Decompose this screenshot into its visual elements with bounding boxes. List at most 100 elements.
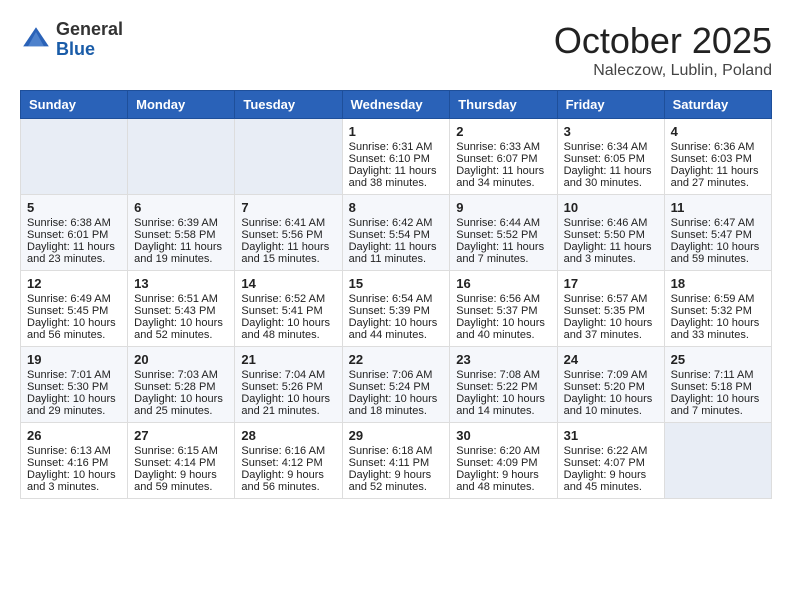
day-info: Sunrise: 6:15 AM — [134, 445, 228, 457]
day-info: Sunrise: 6:22 AM — [564, 445, 658, 457]
month-title: October 2025 — [554, 20, 772, 62]
day-info: Sunset: 5:52 PM — [456, 229, 550, 241]
day-number: 4 — [671, 124, 765, 139]
day-info: Sunrise: 6:59 AM — [671, 293, 765, 305]
day-info: Sunrise: 6:57 AM — [564, 293, 658, 305]
day-info: Daylight: 10 hours — [564, 393, 658, 405]
calendar-week-row: 26Sunrise: 6:13 AMSunset: 4:16 PMDayligh… — [21, 423, 772, 499]
day-number: 7 — [241, 200, 335, 215]
day-info: Daylight: 10 hours — [349, 393, 444, 405]
day-info: and 27 minutes. — [671, 177, 765, 189]
day-number: 21 — [241, 352, 335, 367]
day-info: Daylight: 10 hours — [134, 393, 228, 405]
day-info: Daylight: 10 hours — [241, 393, 335, 405]
day-info: Sunset: 6:07 PM — [456, 153, 550, 165]
day-info: Sunset: 5:43 PM — [134, 305, 228, 317]
day-number: 12 — [27, 276, 121, 291]
calendar-cell: 21Sunrise: 7:04 AMSunset: 5:26 PMDayligh… — [235, 347, 342, 423]
calendar-cell: 5Sunrise: 6:38 AMSunset: 6:01 PMDaylight… — [21, 195, 128, 271]
day-info: Sunrise: 7:03 AM — [134, 369, 228, 381]
day-header-wednesday: Wednesday — [342, 91, 450, 119]
day-info: Sunset: 4:12 PM — [241, 457, 335, 469]
day-info: and 19 minutes. — [134, 253, 228, 265]
day-info: Sunset: 5:24 PM — [349, 381, 444, 393]
day-number: 17 — [564, 276, 658, 291]
calendar-cell: 15Sunrise: 6:54 AMSunset: 5:39 PMDayligh… — [342, 271, 450, 347]
day-header-sunday: Sunday — [21, 91, 128, 119]
day-info: Sunset: 4:11 PM — [349, 457, 444, 469]
day-number: 3 — [564, 124, 658, 139]
logo-icon — [20, 24, 52, 56]
day-info: and 56 minutes. — [27, 329, 121, 341]
day-header-thursday: Thursday — [450, 91, 557, 119]
day-info: Sunrise: 6:56 AM — [456, 293, 550, 305]
calendar-cell: 16Sunrise: 6:56 AMSunset: 5:37 PMDayligh… — [450, 271, 557, 347]
calendar-cell: 30Sunrise: 6:20 AMSunset: 4:09 PMDayligh… — [450, 423, 557, 499]
day-info: Sunrise: 7:08 AM — [456, 369, 550, 381]
day-info: Sunrise: 6:42 AM — [349, 217, 444, 229]
day-number: 23 — [456, 352, 550, 367]
day-info: Sunset: 6:01 PM — [27, 229, 121, 241]
day-info: Daylight: 9 hours — [564, 469, 658, 481]
calendar-cell: 6Sunrise: 6:39 AMSunset: 5:58 PMDaylight… — [128, 195, 235, 271]
day-info: and 48 minutes. — [456, 481, 550, 493]
day-info: Sunset: 6:10 PM — [349, 153, 444, 165]
day-number: 19 — [27, 352, 121, 367]
calendar-cell — [235, 119, 342, 195]
page-header: General Blue October 2025 Naleczow, Lubl… — [20, 20, 772, 80]
day-info: Sunset: 5:18 PM — [671, 381, 765, 393]
calendar-cell: 4Sunrise: 6:36 AMSunset: 6:03 PMDaylight… — [664, 119, 771, 195]
day-info: and 45 minutes. — [564, 481, 658, 493]
day-info: Daylight: 10 hours — [27, 317, 121, 329]
day-info: Daylight: 11 hours — [349, 241, 444, 253]
day-info: Sunset: 6:05 PM — [564, 153, 658, 165]
day-number: 13 — [134, 276, 228, 291]
day-info: Sunrise: 6:52 AM — [241, 293, 335, 305]
calendar-cell: 17Sunrise: 6:57 AMSunset: 5:35 PMDayligh… — [557, 271, 664, 347]
calendar-cell: 11Sunrise: 6:47 AMSunset: 5:47 PMDayligh… — [664, 195, 771, 271]
day-info: Daylight: 10 hours — [27, 469, 121, 481]
day-info: Sunrise: 6:34 AM — [564, 141, 658, 153]
calendar-cell: 31Sunrise: 6:22 AMSunset: 4:07 PMDayligh… — [557, 423, 664, 499]
day-info: Sunrise: 6:51 AM — [134, 293, 228, 305]
day-info: Sunset: 5:32 PM — [671, 305, 765, 317]
day-info: and 11 minutes. — [349, 253, 444, 265]
day-number: 8 — [349, 200, 444, 215]
day-info: Daylight: 9 hours — [134, 469, 228, 481]
calendar-cell: 24Sunrise: 7:09 AMSunset: 5:20 PMDayligh… — [557, 347, 664, 423]
calendar-cell: 18Sunrise: 6:59 AMSunset: 5:32 PMDayligh… — [664, 271, 771, 347]
calendar-cell: 9Sunrise: 6:44 AMSunset: 5:52 PMDaylight… — [450, 195, 557, 271]
day-info: Sunrise: 6:36 AM — [671, 141, 765, 153]
day-info: Sunrise: 7:01 AM — [27, 369, 121, 381]
day-number: 14 — [241, 276, 335, 291]
day-info: Daylight: 10 hours — [456, 317, 550, 329]
day-info: Sunrise: 6:47 AM — [671, 217, 765, 229]
calendar-week-row: 5Sunrise: 6:38 AMSunset: 6:01 PMDaylight… — [21, 195, 772, 271]
day-info: and 30 minutes. — [564, 177, 658, 189]
day-info: Sunrise: 7:04 AM — [241, 369, 335, 381]
day-info: and 14 minutes. — [456, 405, 550, 417]
day-info: and 59 minutes. — [134, 481, 228, 493]
calendar-cell: 12Sunrise: 6:49 AMSunset: 5:45 PMDayligh… — [21, 271, 128, 347]
logo-text: General Blue — [56, 20, 123, 60]
calendar-cell: 20Sunrise: 7:03 AMSunset: 5:28 PMDayligh… — [128, 347, 235, 423]
day-info: Daylight: 10 hours — [27, 393, 121, 405]
day-info: Sunset: 4:07 PM — [564, 457, 658, 469]
day-number: 20 — [134, 352, 228, 367]
day-info: Daylight: 11 hours — [564, 165, 658, 177]
day-info: Sunset: 5:39 PM — [349, 305, 444, 317]
day-header-tuesday: Tuesday — [235, 91, 342, 119]
calendar-week-row: 1Sunrise: 6:31 AMSunset: 6:10 PMDaylight… — [21, 119, 772, 195]
day-info: and 10 minutes. — [564, 405, 658, 417]
day-info: Sunset: 5:41 PM — [241, 305, 335, 317]
day-number: 9 — [456, 200, 550, 215]
calendar-cell — [128, 119, 235, 195]
day-number: 6 — [134, 200, 228, 215]
day-info: and 29 minutes. — [27, 405, 121, 417]
day-number: 16 — [456, 276, 550, 291]
day-info: and 25 minutes. — [134, 405, 228, 417]
day-info: Sunset: 5:56 PM — [241, 229, 335, 241]
calendar-cell: 3 Sunrise: 6:34 AMSunset: 6:05 PMDaylight… — [557, 119, 664, 195]
day-header-saturday: Saturday — [664, 91, 771, 119]
day-info: Sunrise: 7:09 AM — [564, 369, 658, 381]
